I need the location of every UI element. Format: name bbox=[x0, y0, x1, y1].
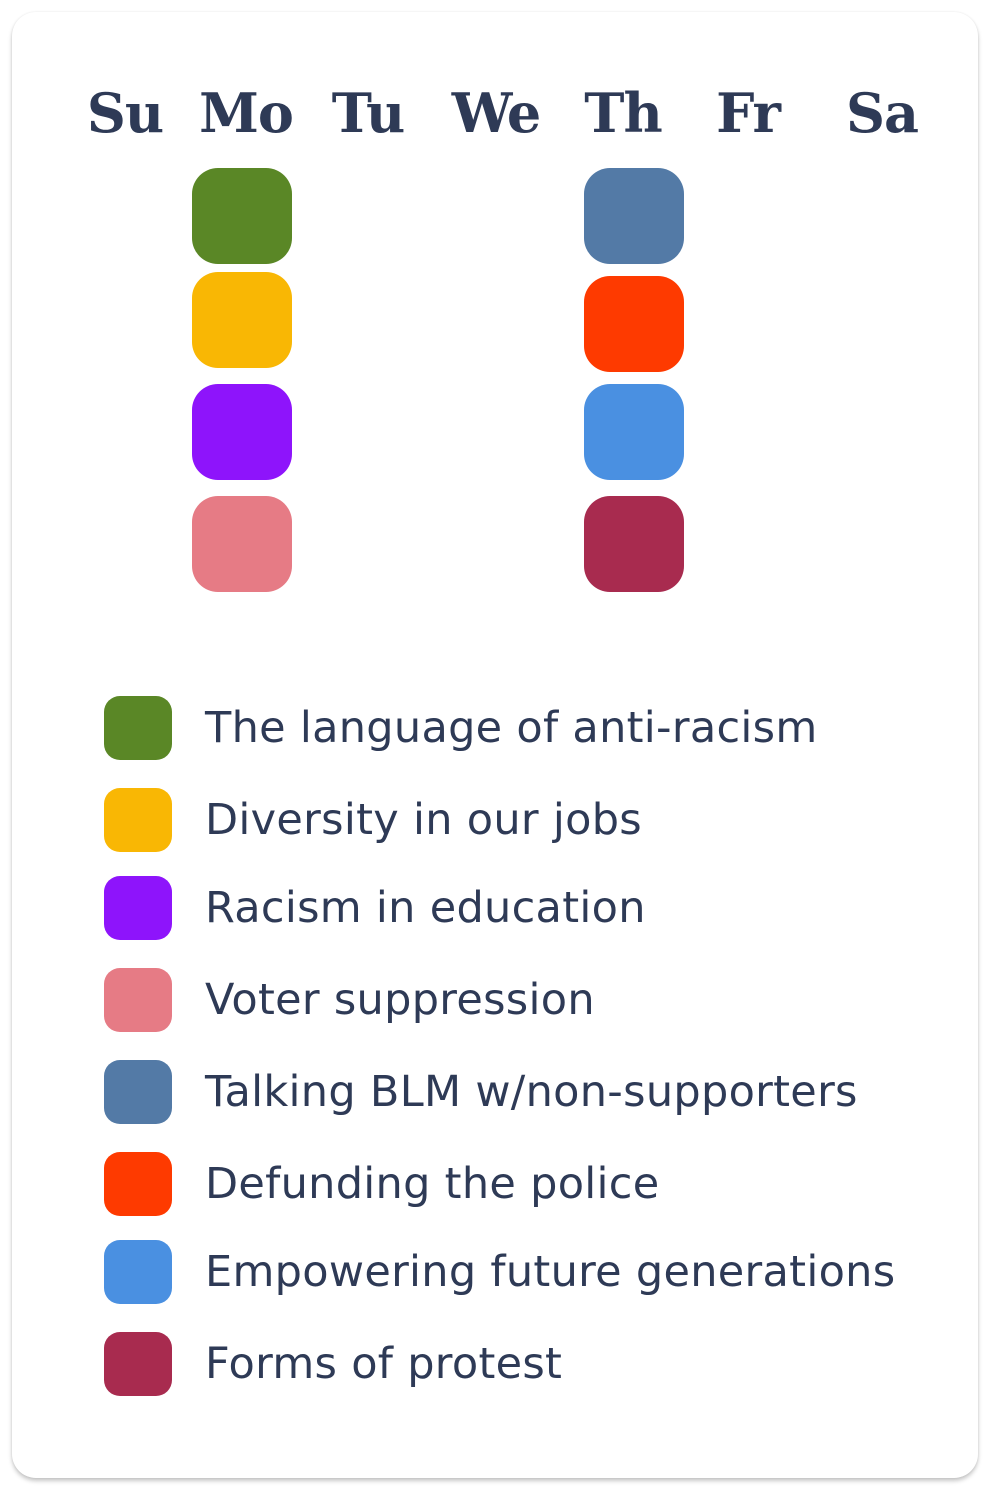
event-thursday-talking-blm[interactable] bbox=[584, 168, 684, 264]
legend-label: The language of anti-racism bbox=[205, 703, 818, 753]
legend-swatch bbox=[104, 1332, 172, 1396]
legend-swatch bbox=[104, 1060, 172, 1124]
day-header-thursday: Th bbox=[584, 81, 662, 145]
day-header-friday: Fr bbox=[716, 81, 781, 145]
day-header-tuesday: Tu bbox=[331, 81, 406, 145]
day-header-monday: Mo bbox=[199, 81, 294, 145]
legend-swatch bbox=[104, 788, 172, 852]
legend-item-talking-blm: Talking BLM w/non-supporters bbox=[104, 1060, 858, 1124]
legend-item-diversity-jobs: Diversity in our jobs bbox=[104, 788, 642, 852]
legend-swatch bbox=[104, 1240, 172, 1304]
legend-label: Racism in education bbox=[205, 883, 646, 933]
event-monday-diversity-jobs[interactable] bbox=[192, 272, 292, 368]
legend-item-forms-of-protest: Forms of protest bbox=[104, 1332, 562, 1396]
legend-swatch bbox=[104, 696, 172, 760]
legend-label: Defunding the police bbox=[205, 1159, 660, 1209]
legend-label: Talking BLM w/non-supporters bbox=[205, 1067, 858, 1117]
event-monday-racism-education[interactable] bbox=[192, 384, 292, 480]
legend-item-racism-education: Racism in education bbox=[104, 876, 646, 940]
legend-item-defunding-police: Defunding the police bbox=[104, 1152, 660, 1216]
legend-item-voter-suppression: Voter suppression bbox=[104, 968, 595, 1032]
schedule-card: Su Mo Tu We Th Fr Sa The language of ant… bbox=[12, 12, 978, 1478]
event-thursday-empowering-future[interactable] bbox=[584, 384, 684, 480]
event-monday-voter-suppression[interactable] bbox=[192, 496, 292, 592]
day-header-saturday: Sa bbox=[846, 81, 919, 145]
day-header-sunday: Su bbox=[86, 81, 164, 145]
legend-swatch bbox=[104, 1152, 172, 1216]
legend-label: Forms of protest bbox=[205, 1339, 563, 1389]
legend-swatch bbox=[104, 968, 172, 1032]
legend-item-anti-racism-language: The language of anti-racism bbox=[104, 696, 818, 760]
event-monday-anti-racism-language[interactable] bbox=[192, 168, 292, 264]
legend-label: Empowering future generations bbox=[205, 1247, 896, 1297]
legend-label: Voter suppression bbox=[205, 975, 595, 1025]
legend-label: Diversity in our jobs bbox=[205, 795, 642, 845]
legend-swatch bbox=[104, 876, 172, 940]
event-thursday-defunding-police[interactable] bbox=[584, 276, 684, 372]
day-header-wednesday: We bbox=[451, 81, 542, 145]
event-thursday-forms-of-protest[interactable] bbox=[584, 496, 684, 592]
legend-item-empowering-future: Empowering future generations bbox=[104, 1240, 895, 1304]
